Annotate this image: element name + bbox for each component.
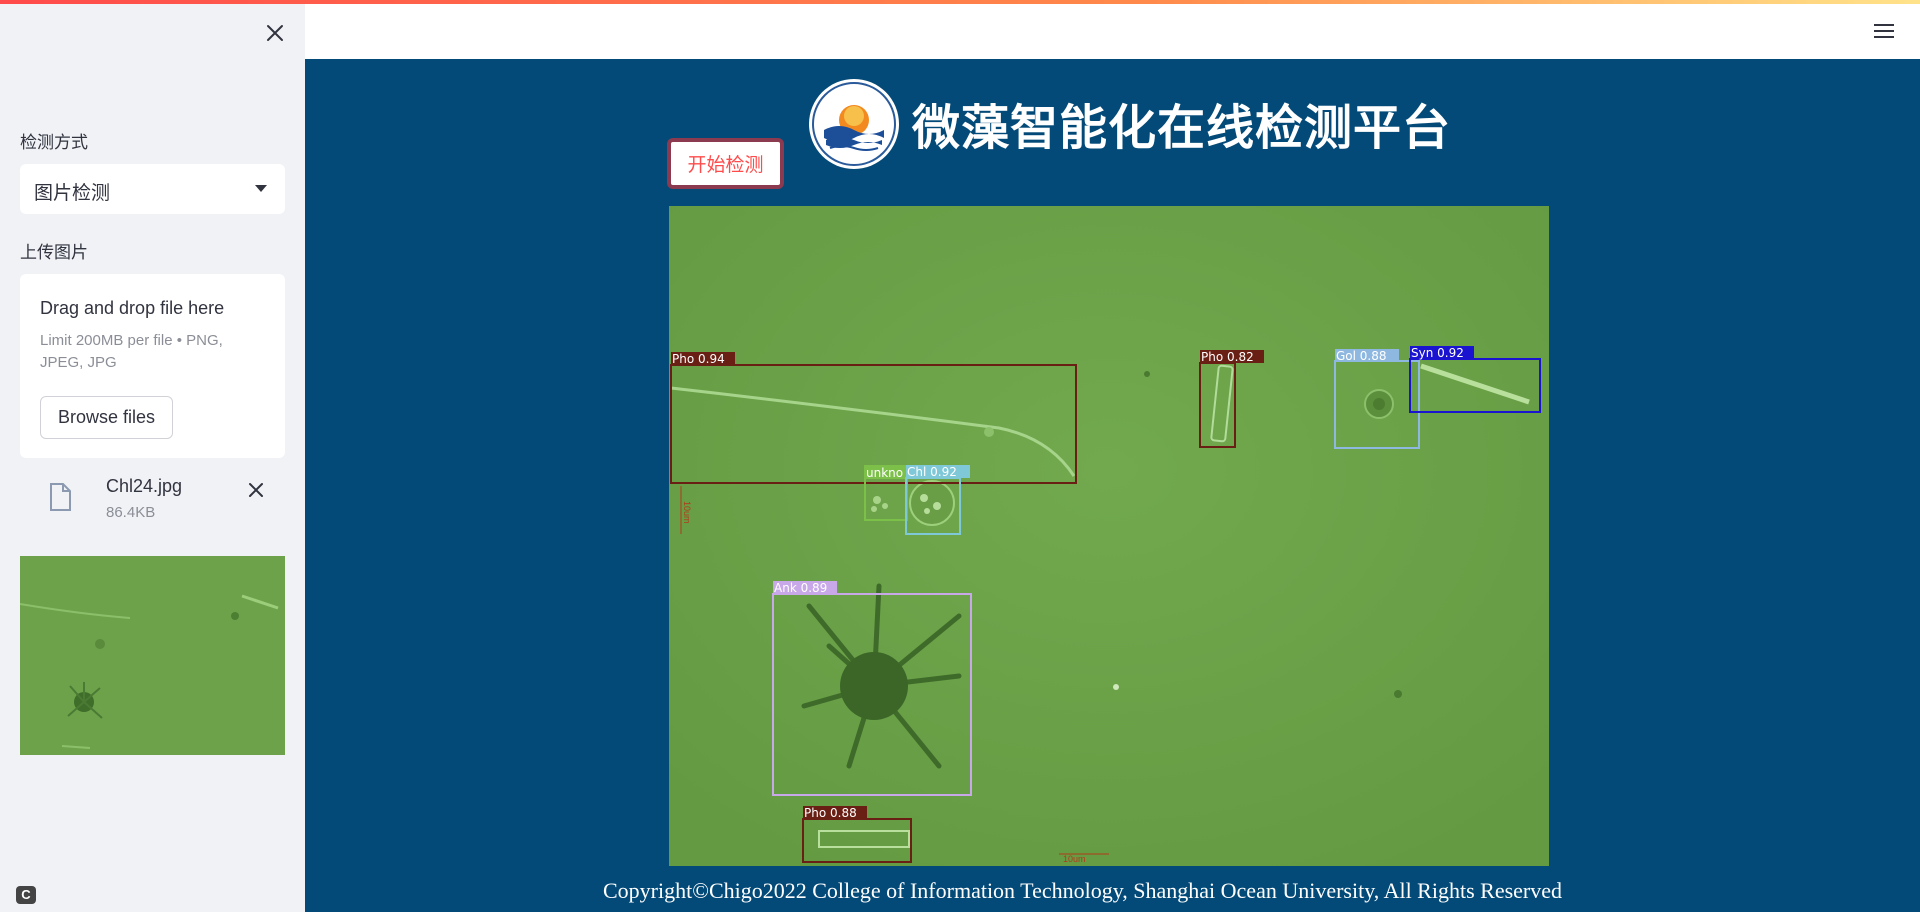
detect-mode-label: 检测方式 [20, 133, 88, 153]
detect-mode-select[interactable]: 图片检测 [20, 164, 285, 214]
start-detection-button[interactable]: 开始检测 [667, 138, 784, 189]
file-dropzone[interactable]: Drag and drop file here Limit 200MB per … [20, 274, 285, 458]
detection-label: Syn 0.92 [1411, 346, 1464, 360]
detect-mode-value: 图片检测 [34, 182, 111, 204]
remove-file-icon[interactable] [244, 478, 268, 502]
file-icon [50, 483, 71, 511]
detection-result-image: 10um 10um Pho 0.94 Pho 0.82 Gol 0.88 Syn… [669, 206, 1549, 866]
file-size: 86.4KB [106, 504, 156, 521]
top-decoration-bar [0, 0, 1920, 4]
dropzone-title: Drag and drop file here [40, 298, 225, 318]
detection-label: Chl 0.92 [907, 465, 957, 479]
detection-label: Pho 0.94 [672, 352, 725, 366]
page-title: 微藻智能化在线检测平台 [912, 100, 1452, 156]
upload-label: 上传图片 [20, 243, 88, 263]
close-icon[interactable] [262, 20, 288, 46]
scale-bar-label: 10um [682, 501, 692, 524]
file-name: Chl24.jpg [106, 476, 183, 496]
detection-label: Gol 0.88 [1336, 349, 1387, 363]
detection-label: unkno [866, 466, 903, 480]
chevron-down-icon [255, 185, 267, 192]
menu-icon[interactable] [1874, 24, 1894, 40]
detection-label: Pho 0.88 [804, 806, 857, 820]
detection-label: Pho 0.82 [1201, 350, 1254, 364]
detection-label: Ank 0.89 [774, 581, 827, 595]
uploaded-file-item: Chl24.jpg 86.4KB [20, 470, 285, 530]
footer-copyright: Copyright©Chigo2022 College of Informati… [603, 878, 1562, 903]
university-logo [809, 79, 899, 169]
scale-bar-label: 10um [1063, 854, 1086, 864]
sidebar: 检测方式 图片检测 上传图片 Drag and drop file here L… [0, 0, 305, 912]
app-badge-icon: C [16, 886, 36, 904]
dropzone-limit: Limit 200MB per file • PNG, JPEG, JPG [40, 332, 223, 371]
uploaded-image-preview [20, 556, 285, 755]
browse-files-button[interactable]: Browse files [40, 396, 173, 439]
top-header [305, 4, 1920, 59]
